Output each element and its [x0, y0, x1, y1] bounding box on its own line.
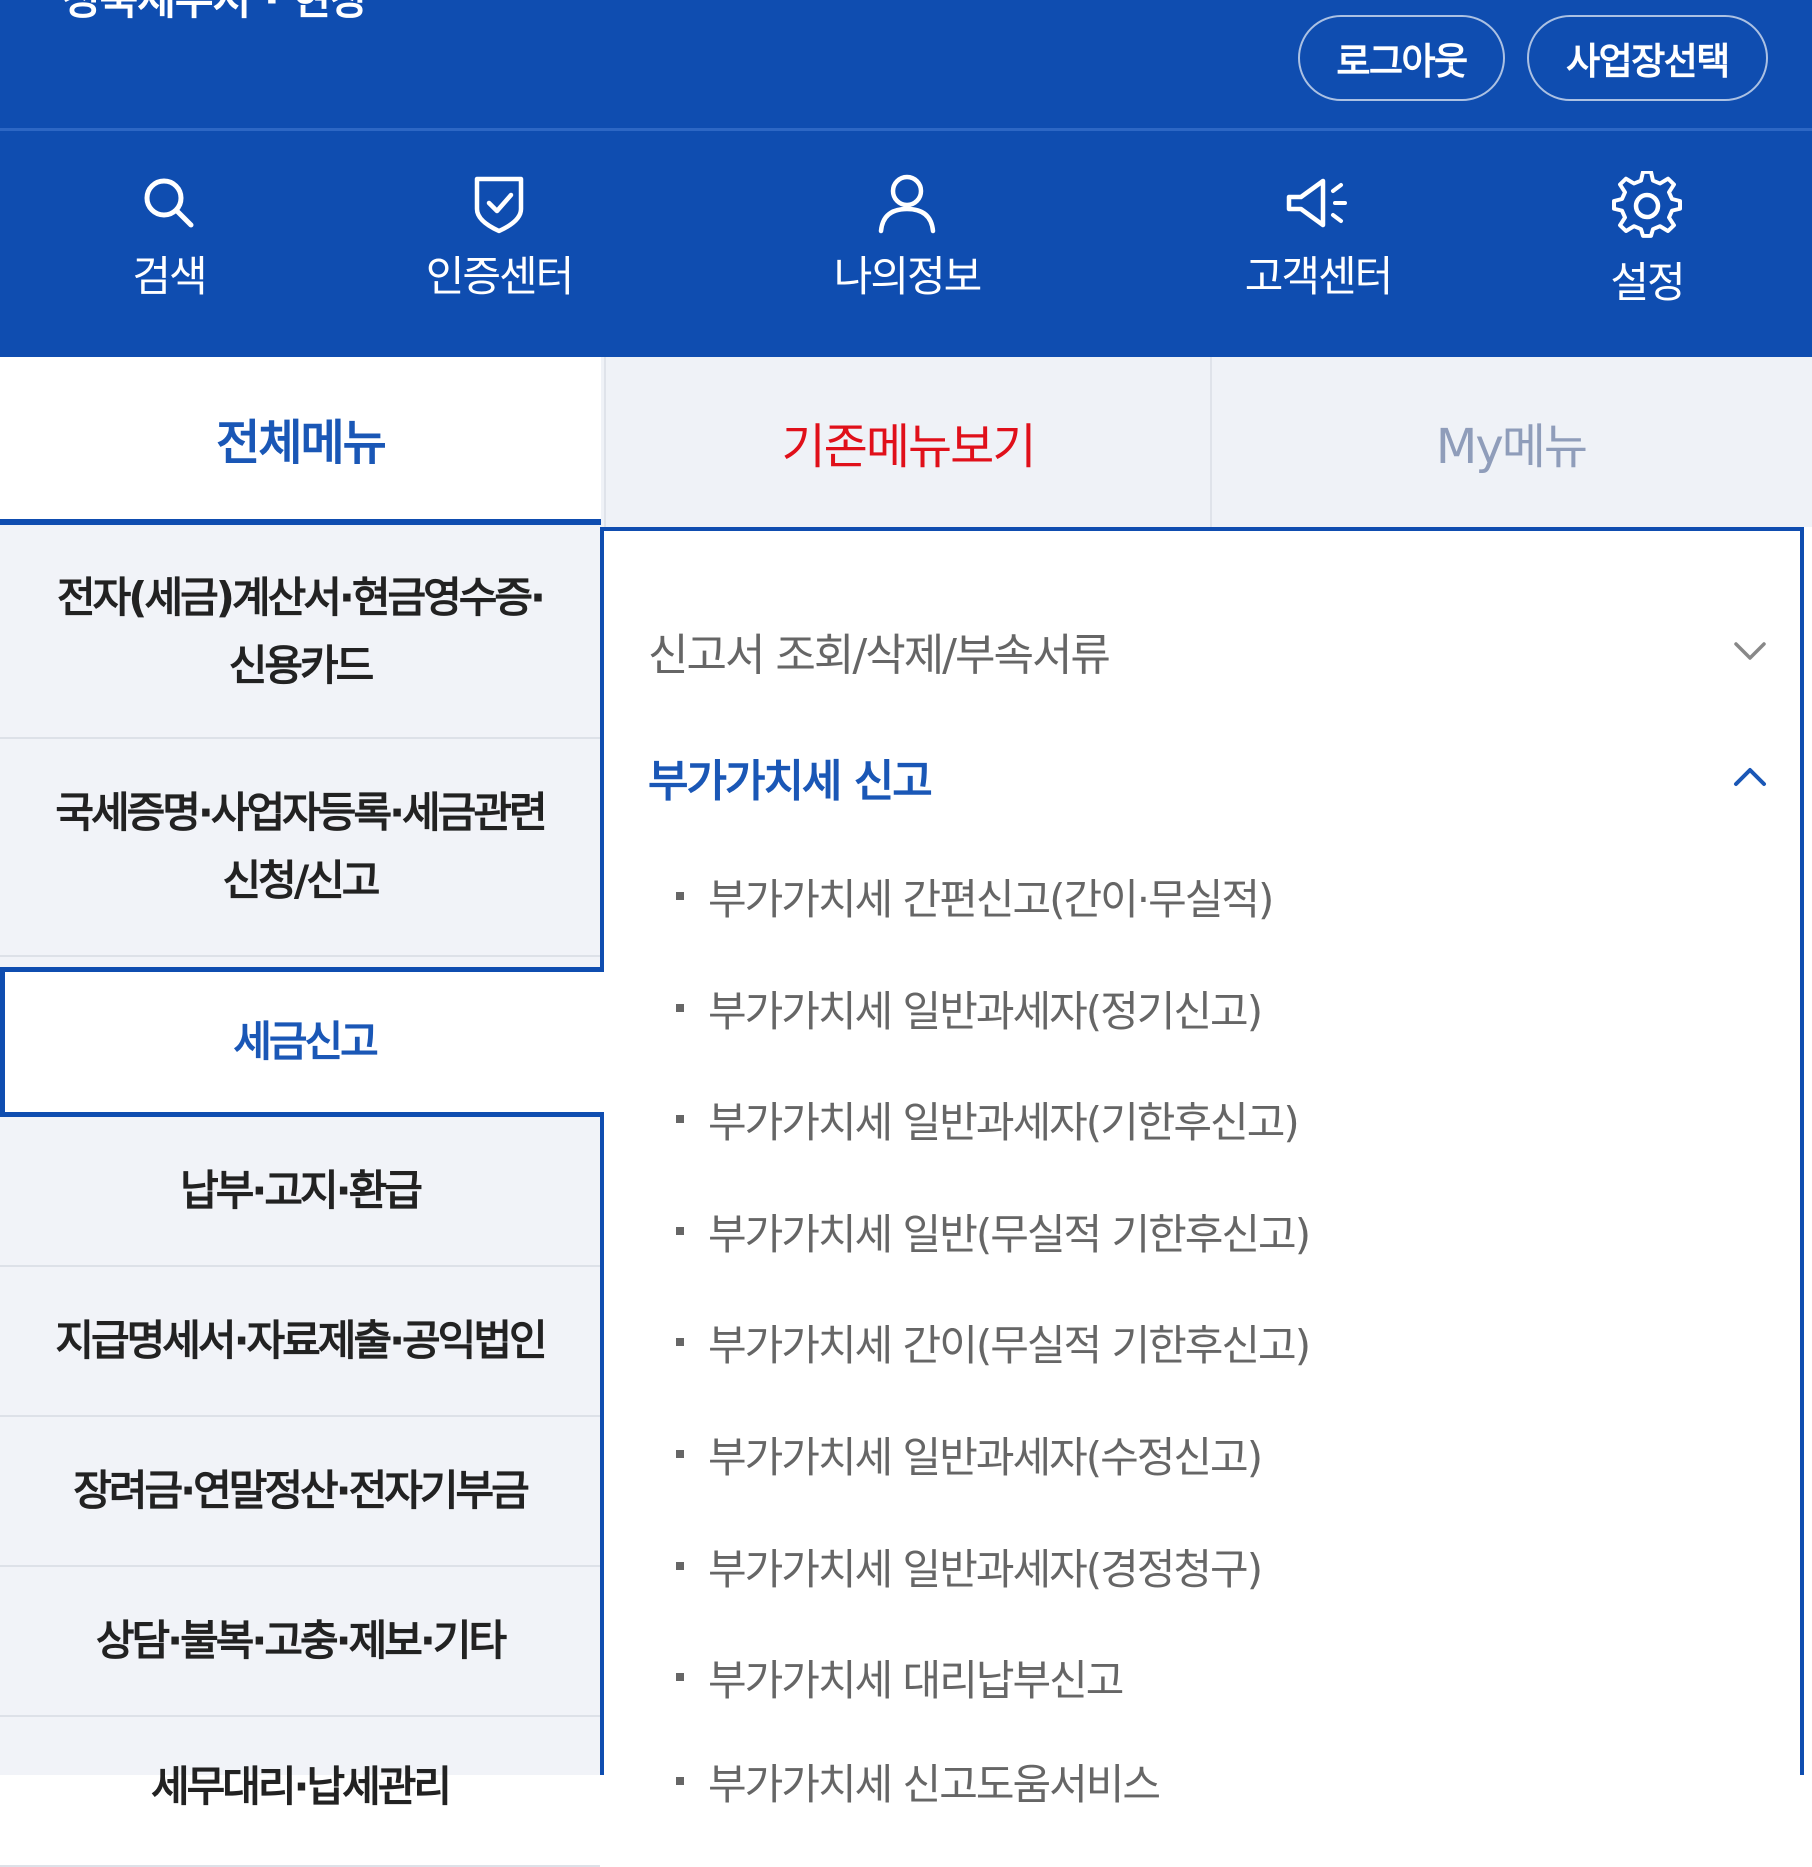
- search-menu-item[interactable]: 검색: [64, 171, 274, 321]
- bullet: [676, 1115, 684, 1123]
- category-tax-filing[interactable]: 세금신고: [0, 967, 604, 1117]
- submenu-label: 부가가치세 간편신고(간이·무실적): [708, 874, 1274, 924]
- bullet: [676, 1227, 684, 1235]
- accordion-vat-return[interactable]: 부가가치세 신고: [648, 737, 1770, 817]
- icon-menu-bar: 검색 인증센터 나의정보 고객센터 설정: [0, 131, 1812, 357]
- category-statements[interactable]: 지급명세서·자료제출·공익법인: [0, 1267, 600, 1417]
- tab-all-menu[interactable]: 전체메뉴: [0, 357, 601, 525]
- submenu-label: 부가가치세 신고도움서비스: [708, 1759, 1161, 1809]
- submenu-label: 부가가치세 일반과세자(경정청구): [708, 1544, 1263, 1594]
- gear-icon: [1612, 171, 1682, 238]
- accordion-label: 신고서 조회/삭제/부속서류: [648, 630, 1111, 681]
- bullet: [676, 892, 684, 900]
- certification-menu-item[interactable]: 인증센터: [394, 171, 604, 321]
- customer-center-menu-item[interactable]: 고객센터: [1213, 171, 1423, 321]
- category-label: 전자(세금)계산서·현금영수증·: [57, 573, 546, 622]
- shield-check-icon: [474, 176, 524, 234]
- submenu-label: 부가가치세 간이(무실적 기한후신고): [708, 1320, 1311, 1370]
- category-label: 지급명세서·자료제출·공익법인: [55, 1316, 547, 1365]
- chevron-down-icon: [1730, 631, 1770, 671]
- brand-title: 성북세무서 · 현장: [62, 0, 369, 27]
- submenu-item[interactable]: 부가가치세 일반과세자(수정신고): [676, 1414, 1770, 1494]
- category-tax-agent[interactable]: 세무대리·납세관리: [0, 1717, 600, 1867]
- submenu-item[interactable]: 부가가치세 신고도움서비스: [676, 1741, 1770, 1821]
- submenu-label: 부가가치세 일반과세자(수정신고): [708, 1432, 1263, 1482]
- select-business-button[interactable]: 사업장선택: [1527, 15, 1768, 101]
- top-header: 성북세무서 · 현장 로그아웃 사업장선택: [0, 0, 1812, 131]
- settings-menu-label: 설정: [1610, 258, 1685, 307]
- search-icon: [144, 178, 194, 228]
- tab-classic-menu[interactable]: 기존메뉴보기: [604, 357, 1212, 527]
- bullet: [676, 1777, 684, 1785]
- bullet: [676, 1562, 684, 1570]
- accordion-return-inquiry[interactable]: 신고서 조회/삭제/부속서류: [648, 611, 1770, 691]
- submenu-item[interactable]: 부가가치세 일반(무실적 기한후신고): [676, 1191, 1770, 1271]
- submenu-panel: 신고서 조회/삭제/부속서류 부가가치세 신고 부가가치세 간편신고(간이·무실…: [604, 527, 1804, 1809]
- my-info-menu-item[interactable]: 나의정보: [802, 171, 1012, 321]
- submenu-item[interactable]: 부가가치세 일반과세자(기한후신고): [676, 1079, 1770, 1159]
- category-label: 납부·고지·환급: [180, 1166, 423, 1215]
- my-info-menu-label: 나의정보: [833, 252, 983, 301]
- category-label: 세금신고: [233, 1017, 379, 1066]
- category-label-line2: 신청/신고: [222, 856, 381, 905]
- submenu-label: 부가가치세 일반과세자(정기신고): [708, 986, 1263, 1036]
- category-e-invoice[interactable]: 전자(세금)계산서·현금영수증· 신용카드: [0, 527, 600, 739]
- logout-button[interactable]: 로그아웃: [1298, 15, 1505, 101]
- category-payment[interactable]: 납부·고지·환급: [0, 1117, 600, 1267]
- submenu-label: 부가가치세 일반과세자(기한후신고): [708, 1097, 1300, 1147]
- search-menu-label: 검색: [132, 252, 207, 301]
- category-consultation[interactable]: 상담·불복·고충·제보·기타: [0, 1567, 600, 1717]
- accordion-label: 부가가치세 신고: [648, 756, 933, 807]
- submenu-item[interactable]: 부가가치세 일반과세자(경정청구): [676, 1526, 1770, 1606]
- chevron-up-icon: [1730, 757, 1770, 797]
- submenu-item[interactable]: 부가가치세 간편신고(간이·무실적): [676, 856, 1770, 936]
- category-list: 전자(세금)계산서·현금영수증· 신용카드 국세증명·사업자등록·세금관련 신청…: [0, 527, 604, 1867]
- bullet: [676, 1004, 684, 1012]
- category-incentives[interactable]: 장려금·연말정산·전자기부금: [0, 1417, 600, 1567]
- tab-my-menu[interactable]: My메뉴: [1210, 357, 1812, 527]
- certification-menu-label: 인증센터: [425, 252, 575, 301]
- menu-tabs: 전체메뉴 기존메뉴보기 My메뉴: [0, 357, 1812, 527]
- user-icon: [878, 174, 936, 234]
- customer-center-menu-label: 고객센터: [1244, 252, 1394, 301]
- submenu-label: 부가가치세 대리납부신고: [708, 1655, 1124, 1705]
- submenu-label: 부가가치세 일반(무실적 기한후신고): [708, 1209, 1311, 1259]
- submenu-item[interactable]: 부가가치세 대리납부신고: [676, 1637, 1770, 1717]
- submenu-item[interactable]: 부가가치세 간이(무실적 기한후신고): [676, 1302, 1770, 1382]
- submenu-item[interactable]: 부가가치세 일반과세자(정기신고): [676, 968, 1770, 1048]
- category-label: 상담·불복·고충·제보·기타: [95, 1616, 507, 1665]
- category-label: 세무대리·납세관리: [150, 1762, 452, 1811]
- category-label: 장려금·연말정산·전자기부금: [73, 1466, 530, 1515]
- bullet: [676, 1673, 684, 1681]
- settings-menu-item[interactable]: 설정: [1542, 171, 1752, 321]
- megaphone-icon: [1286, 178, 1347, 228]
- bullet: [676, 1450, 684, 1458]
- category-tax-certificates[interactable]: 국세증명·사업자등록·세금관련 신청/신고: [0, 739, 600, 957]
- category-label-line2: 신용카드: [228, 641, 375, 690]
- bullet: [676, 1338, 684, 1346]
- category-label: 국세증명·사업자등록·세금관련: [55, 788, 547, 837]
